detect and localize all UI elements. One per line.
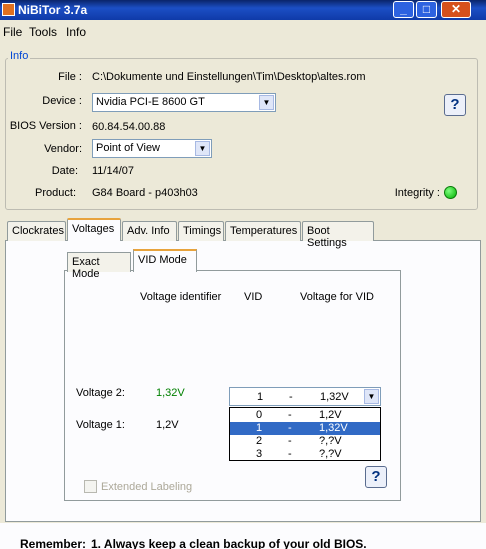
option-vid: 0: [256, 409, 263, 421]
option-voltage: ?,?V: [319, 435, 342, 447]
voltage1-label: Voltage 1:: [76, 419, 125, 431]
question-icon: ?: [450, 96, 460, 113]
option-vid: 2: [256, 435, 263, 447]
maximize-button[interactable]: □: [416, 1, 437, 18]
extended-labeling-checkbox[interactable]: [84, 480, 97, 493]
chevron-down-icon[interactable]: ▼: [364, 389, 379, 404]
tab-boot-settings[interactable]: Boot Settings: [302, 221, 374, 249]
vendor-select-value: Point of View: [96, 142, 161, 154]
help-button[interactable]: ?: [444, 94, 466, 116]
tab-vid-mode[interactable]: VID Mode: [133, 249, 197, 272]
close-button[interactable]: ✕: [441, 1, 471, 18]
tab-temperatures[interactable]: Temperatures: [225, 221, 301, 241]
column-vid: VID: [244, 291, 263, 303]
menu-info[interactable]: Info: [66, 25, 86, 39]
list-item[interactable]: 0 - 1,2V: [230, 409, 380, 422]
voltage2-vid-select[interactable]: 1 - 1,32V ▼: [229, 387, 381, 406]
list-item-selected[interactable]: 1 - 1,32V: [230, 422, 380, 435]
option-vid: 3: [256, 448, 263, 460]
voltage2-value: 1,32V: [156, 387, 185, 399]
menu-bar: File Tools Info: [0, 21, 486, 41]
combo-voltage: 1,32V: [320, 391, 349, 403]
question-icon: ?: [371, 468, 381, 485]
combo-vid: 1: [257, 391, 264, 403]
option-separator: -: [288, 422, 292, 434]
help-button[interactable]: ?: [365, 466, 387, 488]
device-label: Device :: [42, 95, 82, 107]
option-separator: -: [288, 448, 292, 460]
extended-labeling-label: Extended Labeling: [101, 481, 193, 493]
remember-tip: 1. Always keep a clean backup of your ol…: [91, 537, 367, 549]
menu-file[interactable]: File: [3, 25, 22, 39]
window-title: NiBiTor 3.7a: [18, 3, 88, 17]
bios-version-label: BIOS Version :: [9, 120, 82, 132]
date-value: 11/14/07: [92, 165, 135, 177]
option-voltage: 1,32V: [319, 422, 348, 434]
vendor-label: Vendor:: [44, 143, 82, 155]
vid-mode-panel: [64, 270, 401, 501]
option-separator: -: [288, 409, 292, 421]
title-bar: NiBiTor 3.7a _ □ ✕: [0, 0, 486, 20]
list-item[interactable]: 2 - ?,?V: [230, 435, 380, 448]
vid-dropdown-list: 0 - 1,2V 1 - 1,32V 2 - ?,?V 3 - ?,?V: [229, 407, 381, 461]
column-voltage-for-vid: Voltage for VID: [300, 291, 374, 303]
footer: Remember: 1. Always keep a clean backup …: [0, 523, 486, 549]
tab-timings[interactable]: Timings: [178, 221, 224, 241]
tab-adv-info[interactable]: Adv. Info: [122, 221, 177, 241]
option-vid: 1: [256, 422, 263, 434]
file-path: C:\Dokumente und Einstellungen\Tim\Deskt…: [92, 71, 366, 83]
menu-tools[interactable]: Tools: [29, 25, 57, 39]
voltage2-label: Voltage 2:: [76, 387, 125, 399]
info-group-label: Info: [8, 50, 31, 62]
file-label: File :: [58, 71, 82, 83]
tab-exact-mode[interactable]: Exact Mode: [67, 252, 131, 280]
chevron-down-icon[interactable]: ▼: [195, 141, 210, 156]
device-select-value: Nvidia PCI-E 8600 GT: [96, 96, 205, 108]
integrity-indicator-icon: [444, 186, 457, 199]
device-select[interactable]: Nvidia PCI-E 8600 GT ▼: [92, 93, 276, 112]
chevron-down-icon[interactable]: ▼: [259, 95, 274, 110]
remember-label: Remember:: [20, 537, 87, 549]
tab-clockrates[interactable]: Clockrates: [7, 221, 66, 241]
minimize-button[interactable]: _: [393, 1, 414, 18]
date-label: Date:: [51, 165, 78, 177]
option-separator: -: [288, 435, 292, 447]
combo-separator: -: [289, 391, 293, 403]
integrity-label: Integrity :: [394, 187, 440, 199]
column-voltage-identifier: Voltage identifier: [140, 291, 222, 303]
voltage1-value: 1,2V: [156, 419, 179, 431]
app-icon[interactable]: [2, 3, 15, 16]
bios-version-value: 60.84.54.00.88: [92, 121, 166, 133]
product-label: Product:: [35, 187, 76, 199]
option-voltage: 1,2V: [319, 409, 342, 421]
list-item[interactable]: 3 - ?,?V: [230, 448, 380, 461]
option-voltage: ?,?V: [319, 448, 342, 460]
tab-voltages[interactable]: Voltages: [67, 218, 121, 241]
vendor-select[interactable]: Point of View ▼: [92, 139, 212, 158]
product-value: G84 Board - p403h03: [92, 187, 198, 199]
